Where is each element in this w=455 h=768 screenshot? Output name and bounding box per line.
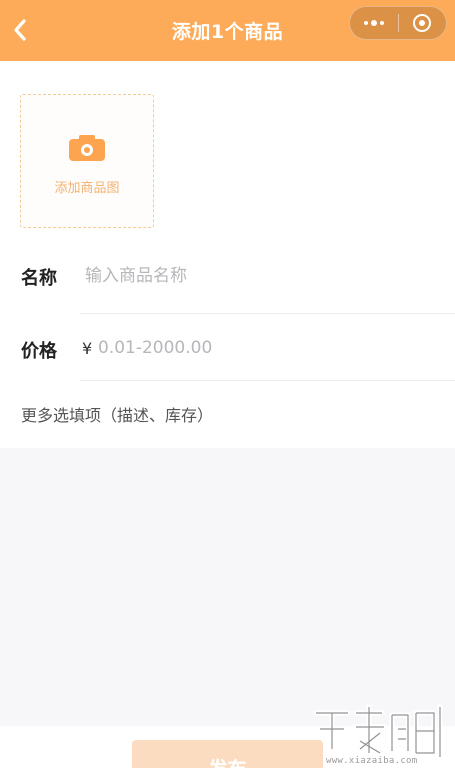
close-mini-program-button[interactable] bbox=[398, 7, 446, 39]
circle-target-icon bbox=[413, 14, 432, 32]
price-label: 价格 bbox=[21, 341, 57, 362]
more-menu-button[interactable] bbox=[350, 7, 398, 39]
currency-symbol: ¥ bbox=[82, 339, 93, 358]
name-label: 名称 bbox=[21, 268, 57, 289]
navigation-bar: 添加1个商品 bbox=[0, 0, 455, 61]
mini-program-capsule bbox=[349, 6, 447, 40]
publish-button[interactable]: 发布 bbox=[132, 740, 323, 768]
product-name-input[interactable] bbox=[85, 261, 425, 291]
camera-icon bbox=[69, 135, 105, 161]
watermark-site-text: www.xiazaiba.com bbox=[326, 756, 418, 766]
watermark-logo bbox=[313, 704, 443, 760]
add-product-image-label: 添加商品图 bbox=[54, 181, 120, 196]
product-price-input[interactable] bbox=[98, 333, 428, 363]
price-divider bbox=[80, 380, 455, 381]
more-options-link[interactable]: 更多选填项（描述、库存） bbox=[21, 402, 213, 426]
more-dots-icon bbox=[363, 20, 384, 26]
page-title: 添加1个商品 bbox=[171, 21, 284, 43]
chevron-left-icon bbox=[14, 19, 26, 41]
add-product-image-button[interactable]: 添加商品图 bbox=[20, 94, 154, 228]
name-divider bbox=[80, 313, 455, 314]
product-form: 添加商品图 名称 价格 ¥ 更多选填项（描述、库存） bbox=[0, 61, 455, 448]
back-button[interactable] bbox=[6, 14, 34, 46]
